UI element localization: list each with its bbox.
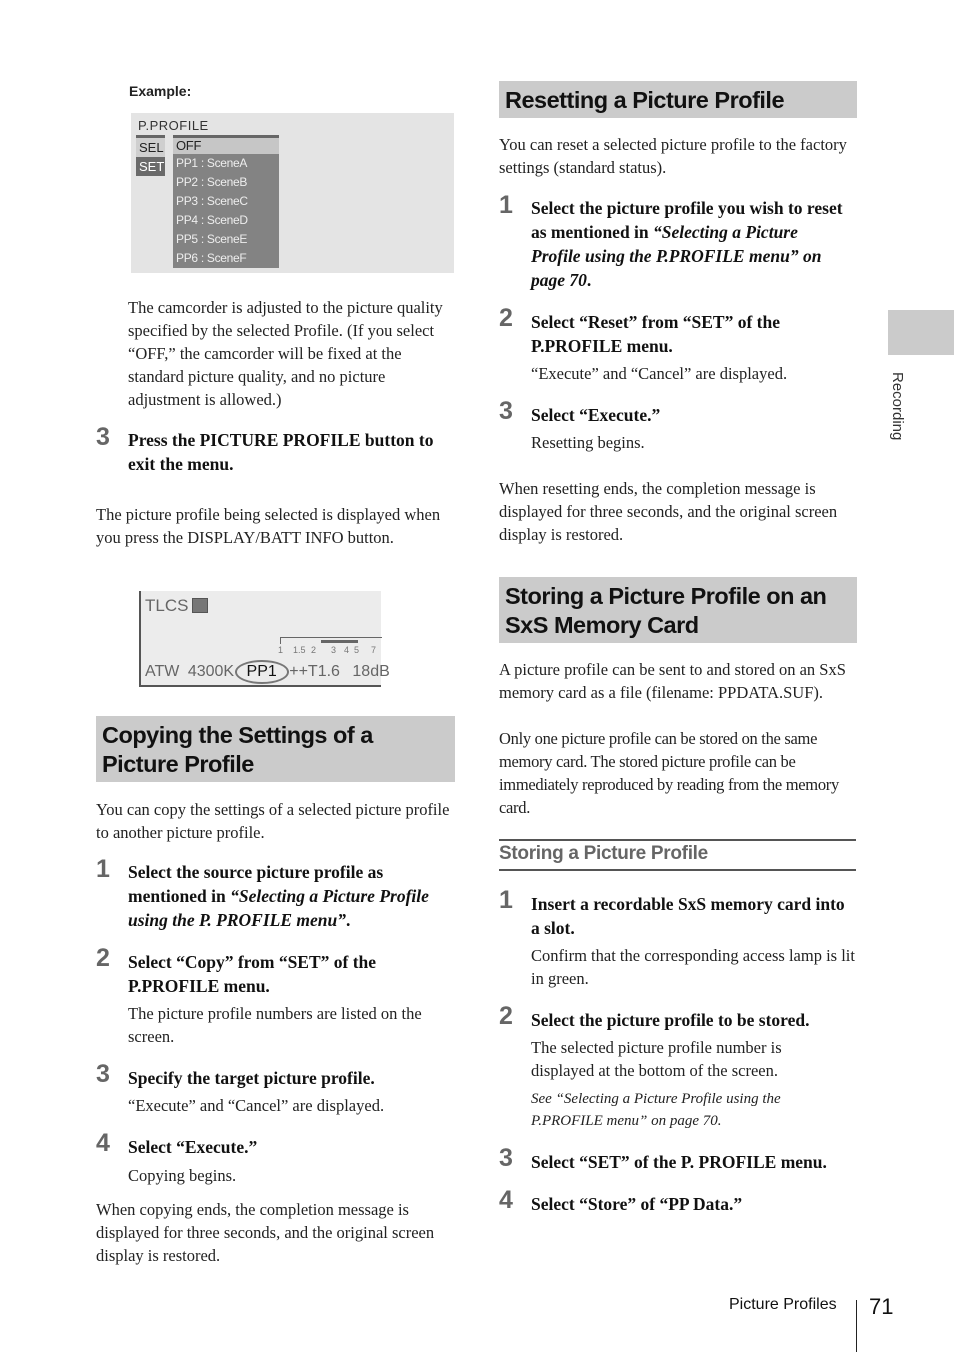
- step-number: 2: [499, 1002, 513, 1030]
- gain-value: 18dB: [352, 663, 390, 680]
- menu-item: PP3 : SceneC: [176, 194, 248, 208]
- menu-item: PP1 : SceneA: [176, 156, 248, 170]
- step-number: 1: [499, 886, 513, 914]
- page-number: 71: [869, 1294, 894, 1319]
- step-number: 3: [96, 423, 110, 451]
- footer-section-name: Picture Profiles: [729, 1296, 837, 1313]
- iris-value: ++T1.6: [289, 663, 340, 680]
- scale-tick: 4: [344, 645, 350, 655]
- step-title-end: .: [346, 910, 351, 930]
- paragraph: Only one picture profile can be stored o…: [499, 729, 839, 817]
- paragraph: A picture profile can be sent to and sto…: [499, 660, 846, 702]
- menu-title: P.PROFILE: [138, 118, 209, 133]
- scale-tick: 1.5: [293, 645, 306, 655]
- color-temp: 4300K: [187, 663, 235, 680]
- paragraph: When copying ends, the completion messag…: [96, 1200, 435, 1265]
- step-number: 1: [499, 191, 513, 219]
- menu-item: PP4 : SceneD: [176, 213, 248, 227]
- paragraph: You can copy the settings of a selected …: [96, 800, 450, 842]
- menu-list: OFF PP1 : SceneA PP2 : SceneB PP3 : Scen…: [173, 135, 279, 268]
- step-number: 1: [96, 855, 110, 883]
- paragraph: The camcorder is adjusted to the picture…: [128, 298, 443, 409]
- picture-profile-indicator: PP1: [234, 660, 289, 684]
- step-title: Select the picture profile to be stored.: [531, 1010, 810, 1030]
- iris-scale-indicator: [321, 640, 358, 643]
- tlcs-icon: [192, 598, 208, 613]
- step-note: Copying begins.: [128, 1166, 237, 1185]
- section-heading-reset: Resetting a Picture Profile: [499, 81, 857, 118]
- step-number: 3: [499, 1144, 513, 1172]
- scale-tick: 2: [311, 645, 317, 655]
- step-number: 4: [96, 1129, 110, 1157]
- scale-tick: 1: [278, 645, 284, 655]
- scale-tick: 7: [371, 645, 377, 655]
- step-number: 2: [499, 304, 513, 332]
- paragraph: The picture profile being selected is di…: [96, 505, 441, 547]
- step-note: The picture profile numbers are listed o…: [128, 1004, 422, 1046]
- step-title: Select the picture profile you wish to r…: [531, 196, 851, 292]
- step-title: Select the source picture profile as men…: [128, 860, 448, 932]
- step-note: “Execute” and “Cancel” are displayed.: [531, 364, 788, 383]
- step-number: 4: [499, 1186, 513, 1214]
- section-heading-store: Storing a Picture Profile on an SxS Memo…: [499, 577, 857, 643]
- subsection-heading: Storing a Picture Profile: [499, 839, 856, 871]
- scale-tick: 5: [354, 645, 360, 655]
- step-title: Select “Store” of “PP Data.”: [531, 1194, 743, 1214]
- white-balance-mode: ATW: [145, 663, 180, 680]
- pprofile-menu-example: P.PROFILE SEL SET OFF PP1 : SceneA PP2 :…: [131, 113, 454, 273]
- menu-tab-sel: SEL: [136, 135, 165, 157]
- step-number: 2: [96, 944, 110, 972]
- menu-item: PP2 : SceneB: [176, 175, 248, 189]
- lcd-display: TLCS 1 1.5 2 3 4 5 7 ATW 4300K PP1 ++T1.…: [139, 591, 390, 687]
- step-title: Select “SET” of the P. PROFILE menu.: [531, 1152, 827, 1172]
- step-title: Select “Execute.”: [128, 1137, 258, 1157]
- section-heading-copy: Copying the Settings of a Picture Profil…: [96, 716, 455, 782]
- step-number: 3: [96, 1060, 110, 1088]
- cross-reference: See “Selecting a Picture Profile using t…: [531, 1091, 781, 1129]
- menu-item: OFF: [173, 135, 279, 154]
- menu-item: PP5 : SceneE: [176, 232, 248, 246]
- lcd-tlcs: TLCS: [145, 596, 189, 615]
- lcd-status-line: ATW 4300K PP1 ++T1.6 18dB: [145, 660, 390, 684]
- step-number: 3: [499, 397, 513, 425]
- paragraph: You can reset a selected picture profile…: [499, 135, 847, 177]
- step-title: Insert a recordable SxS memory card into…: [531, 894, 845, 938]
- step-title: Select “Execute.”: [531, 405, 661, 425]
- step-note: The selected picture profile number is d…: [531, 1038, 782, 1080]
- step-note: Confirm that the corresponding access la…: [531, 946, 855, 988]
- step-title: Select “Copy” from “SET” of the P.PROFIL…: [128, 952, 377, 996]
- footer-divider: [856, 1300, 857, 1352]
- menu-tab-set: SET: [136, 157, 165, 176]
- step-note: “Execute” and “Cancel” are displayed.: [128, 1096, 385, 1115]
- example-label: Example:: [129, 83, 192, 99]
- chapter-tab: [888, 310, 954, 355]
- paragraph: When resetting ends, the completion mess…: [499, 479, 838, 544]
- step-title-end: .: [586, 270, 592, 290]
- step-title: Press the PICTURE PROFILE button to exit…: [128, 430, 434, 474]
- chapter-label: Recording: [889, 372, 906, 441]
- step-title: Select “Reset” from “SET” of the P.PROFI…: [531, 312, 780, 356]
- menu-item: PP6 : SceneF: [176, 251, 247, 265]
- step-title: Specify the target picture profile.: [128, 1068, 375, 1088]
- step-note: Resetting begins.: [531, 433, 645, 452]
- scale-tick: 3: [331, 645, 337, 655]
